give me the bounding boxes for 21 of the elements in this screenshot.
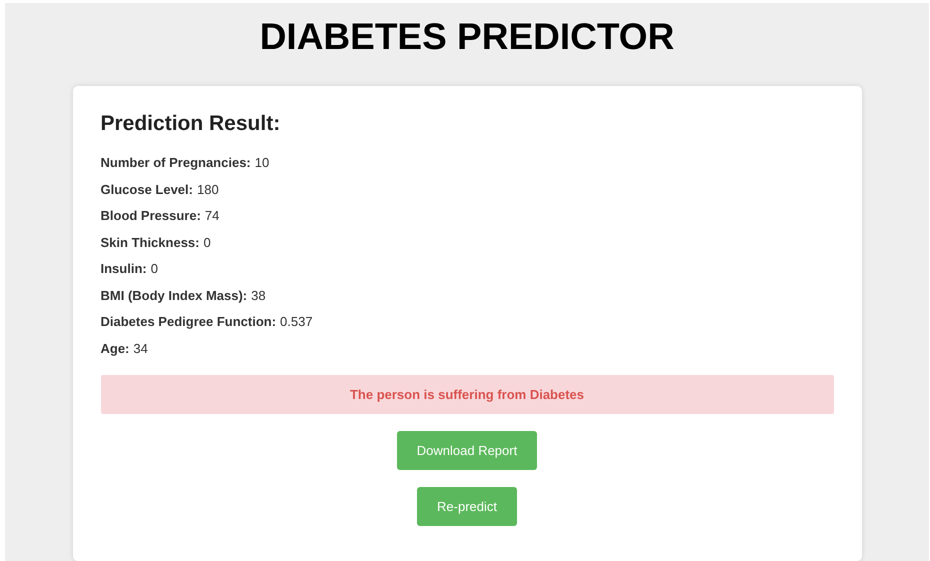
field-value: 38 [251, 288, 266, 302]
field-label: Age: [100, 340, 130, 356]
field-label: Diabetes Pedigree Function: [100, 314, 276, 329]
field-label: Blood Pressure: [100, 208, 201, 223]
field-value: 0 [150, 261, 158, 276]
field-label: Glucose Level: [100, 182, 193, 196]
field-value: 0 [203, 234, 211, 250]
card-heading: Prediction Result: [100, 112, 280, 136]
field-label: Insulin: [100, 261, 147, 276]
field-value: 74 [204, 208, 220, 223]
download-button[interactable]: Download Report [396, 431, 538, 470]
field-label: Skin Thickness: [100, 234, 200, 250]
field-value: 180 [196, 182, 219, 196]
page-title: DIABETES PREDICTOR [260, 15, 674, 59]
result-alert: The person is suffering from Diabetes [100, 375, 834, 414]
repredict-button[interactable]: Re-predict [417, 487, 517, 526]
field-value: 34 [133, 340, 148, 356]
field-label: BMI (Body Index Mass): [100, 288, 248, 302]
field-label: Number of Pregnancies: [100, 155, 251, 170]
field-value: 0.537 [280, 314, 313, 329]
field-value: 10 [254, 155, 270, 170]
